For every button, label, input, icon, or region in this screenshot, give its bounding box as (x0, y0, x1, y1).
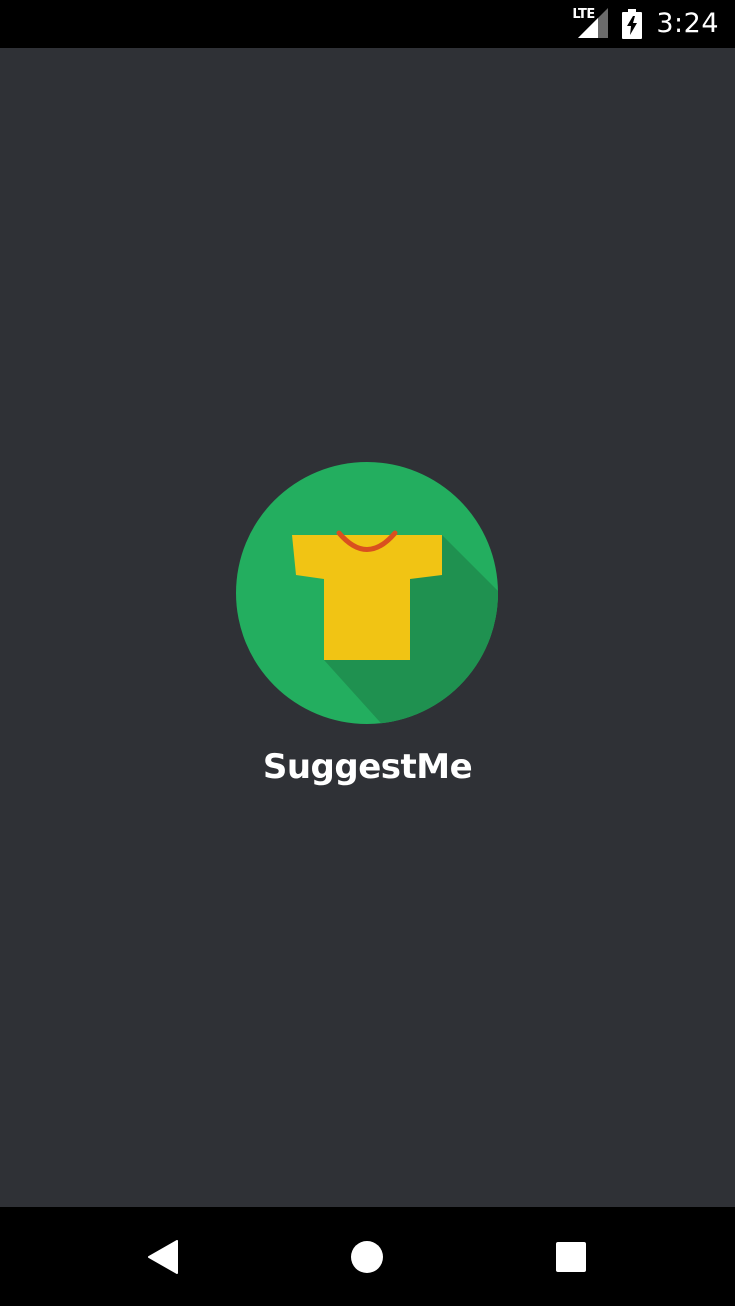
status-icons: LTE 3:24 (572, 0, 719, 48)
status-time: 3:24 (656, 8, 719, 39)
recents-button[interactable] (521, 1207, 621, 1306)
home-button[interactable] (317, 1207, 417, 1306)
lte-signal-icon: LTE (572, 8, 609, 40)
tshirt-logo-icon (236, 462, 498, 724)
home-icon (351, 1240, 383, 1273)
navigation-bar (0, 1207, 735, 1306)
back-button[interactable] (113, 1207, 213, 1306)
splash-screen: LTE 3:24 SuggestMe (0, 0, 735, 1306)
status-bar: LTE 3:24 (0, 0, 735, 48)
back-icon (148, 1239, 178, 1274)
app-logo (236, 462, 498, 724)
signal-strength-icon (578, 8, 609, 38)
app-name: SuggestMe (262, 747, 473, 787)
battery-charging-icon (622, 9, 643, 39)
recents-icon (556, 1241, 586, 1272)
